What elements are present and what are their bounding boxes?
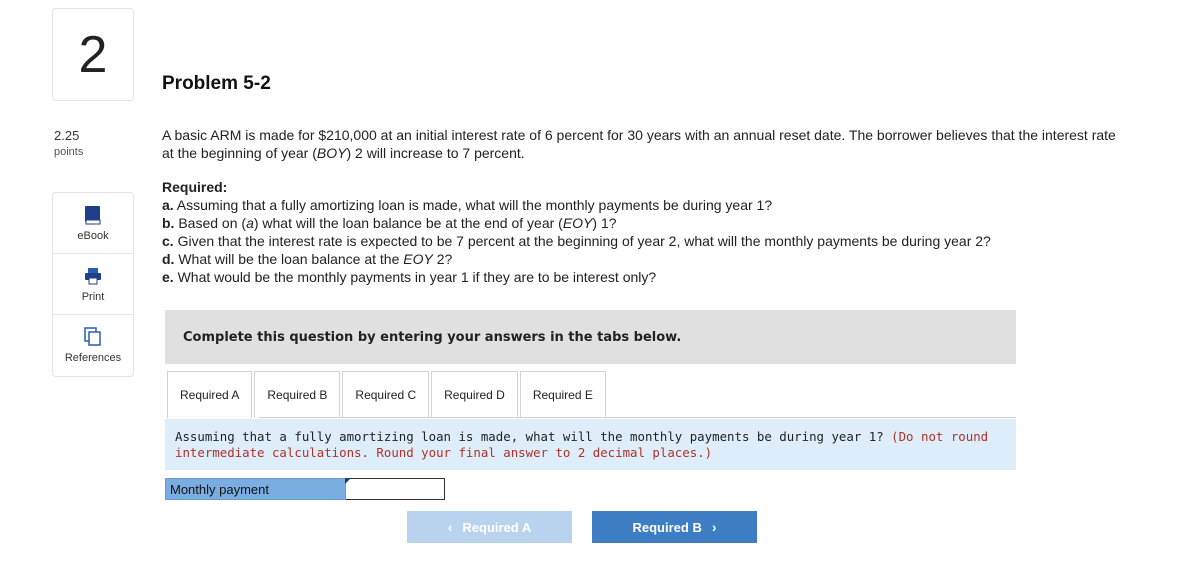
copy-icon — [84, 327, 102, 347]
tab-required-a[interactable]: Required A — [167, 371, 253, 418]
part-e: e. What would be the monthly payments in… — [162, 269, 657, 285]
points-value: 2.25 — [54, 128, 80, 143]
answer-row: Monthly payment — [165, 478, 445, 500]
question-number: 2 — [78, 25, 108, 84]
tools-panel: eBook Print References — [52, 192, 134, 377]
points-label: points — [54, 146, 84, 158]
tab-required-e[interactable]: Required E — [519, 371, 606, 418]
references-label: References — [64, 352, 122, 364]
prev-required-button: ‹ Required A — [407, 511, 572, 543]
monthly-payment-label: Monthly payment — [165, 478, 346, 500]
tab-required-d[interactable]: Required D — [431, 371, 518, 418]
references-button[interactable]: References — [53, 315, 133, 376]
problem-statement: A basic ARM is made for $210,000 at an i… — [162, 126, 1122, 286]
part-b: b. Based on (a) what will the loan balan… — [162, 215, 617, 231]
tab-required-b[interactable]: Required B — [254, 371, 341, 418]
chevron-left-icon: ‹ — [447, 519, 453, 535]
tab-required-c[interactable]: Required C — [342, 371, 430, 418]
ebook-label: eBook — [77, 229, 109, 242]
required-heading: Required: — [162, 179, 228, 195]
part-a: a. Assuming that a fully amortizing loan… — [162, 197, 773, 213]
print-label: Print — [81, 290, 105, 303]
part-d: d. What will be the loan balance at the … — [162, 251, 453, 267]
monthly-payment-input[interactable] — [346, 478, 445, 500]
book-icon — [84, 205, 102, 225]
problem-intro: A basic ARM is made for $210,000 at an i… — [162, 127, 1116, 161]
next-required-button[interactable]: Required B › — [592, 511, 757, 543]
next-required-label: Required B — [632, 519, 702, 535]
tab-bar: Required A Required B Required C Require… — [167, 371, 608, 418]
ebook-button[interactable]: eBook — [53, 193, 133, 254]
instructions-banner: Complete this question by entering your … — [165, 310, 1016, 364]
print-button[interactable]: Print — [53, 254, 133, 315]
printer-icon — [84, 266, 102, 286]
input-marker-icon — [345, 478, 351, 484]
part-c: c. Given that the interest rate is expec… — [162, 233, 991, 249]
chevron-right-icon: › — [711, 519, 717, 535]
problem-title: Problem 5-2 — [162, 73, 271, 94]
question-number-box: 2 — [52, 8, 134, 101]
question-text: Assuming that a fully amortizing loan is… — [175, 429, 892, 444]
points-info: 2.25 points — [54, 128, 83, 160]
tab-divider — [259, 417, 1016, 418]
prev-required-label: Required A — [462, 519, 532, 535]
question-panel: Assuming that a fully amortizing loan is… — [165, 419, 1016, 470]
